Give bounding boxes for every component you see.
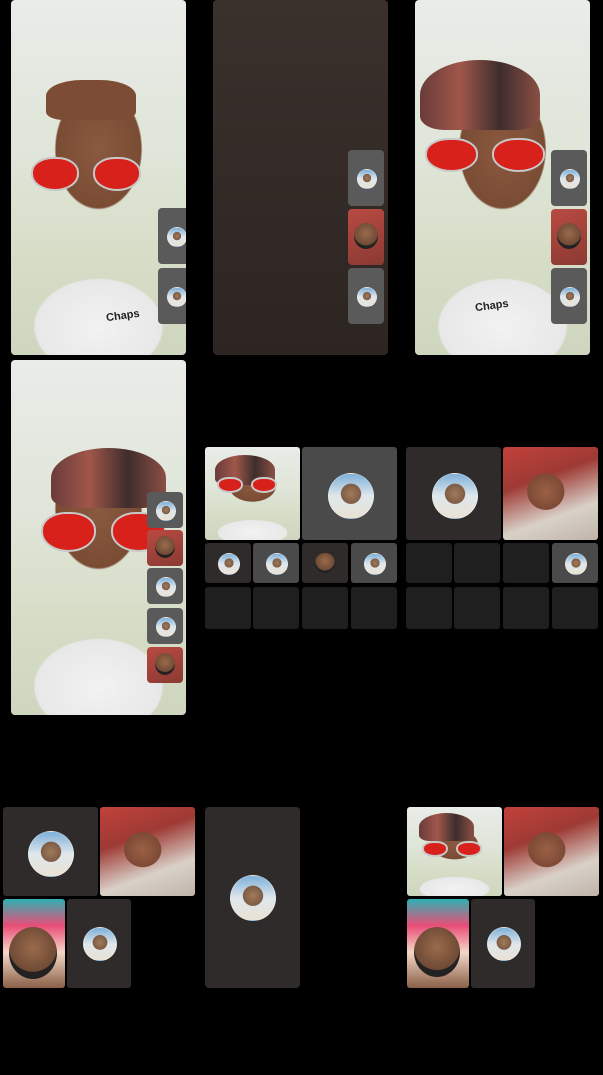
- avatar-icon: [560, 287, 580, 307]
- participant-thumbnail[interactable]: [551, 150, 587, 206]
- participant-tile[interactable]: [3, 807, 98, 896]
- participant-tile[interactable]: [407, 807, 502, 896]
- participant-tile[interactable]: [302, 543, 348, 583]
- avatar-icon: [557, 223, 581, 249]
- sunglasses: [31, 157, 141, 191]
- participant-thumbnail[interactable]: [147, 647, 183, 683]
- participant-thumbnail[interactable]: [147, 568, 183, 604]
- raised-hand: [46, 80, 136, 120]
- participant-thumbnail[interactable]: [348, 150, 384, 206]
- participant-tile[interactable]: [67, 899, 131, 988]
- empty-tile: [406, 587, 452, 629]
- video-call-panel-2[interactable]: [213, 0, 388, 355]
- avatar-icon: [156, 577, 176, 597]
- avatar-icon: [155, 653, 175, 675]
- participant-tile[interactable]: [351, 543, 397, 583]
- avatar-icon: [28, 831, 74, 877]
- avatar-icon: [167, 287, 186, 307]
- video-call-panel-4[interactable]: [11, 360, 186, 715]
- video-call-panel-9: [407, 807, 599, 989]
- participant-thumbnail[interactable]: [147, 492, 183, 528]
- avatar-icon: [357, 287, 377, 307]
- avatar-icon: [167, 227, 186, 247]
- participant-tile[interactable]: [100, 807, 195, 896]
- avatar-icon: [487, 927, 521, 961]
- sunglasses: [422, 841, 482, 857]
- avatar-icon: [354, 223, 378, 249]
- avatar-icon: [357, 169, 377, 189]
- empty-tile: [302, 587, 348, 629]
- participant-tile[interactable]: [471, 899, 535, 988]
- video-call-panel-7: [3, 807, 195, 989]
- avatar-icon: [155, 536, 175, 558]
- participant-thumbnail[interactable]: [158, 268, 186, 324]
- avatar-icon: [230, 875, 276, 921]
- participant-thumbnail[interactable]: [348, 209, 384, 265]
- bandana-hat: [420, 60, 540, 130]
- avatar-icon: [315, 553, 335, 573]
- participant-tile[interactable]: [406, 447, 501, 540]
- avatar-icon: [565, 553, 587, 575]
- participant-thumbnail[interactable]: [147, 530, 183, 566]
- participant-tile[interactable]: [3, 899, 65, 988]
- participant-tile[interactable]: [253, 543, 299, 583]
- avatar-icon: [432, 473, 478, 519]
- shirt-print: Chaps: [105, 307, 141, 325]
- participant-tile[interactable]: [205, 447, 300, 540]
- avatar-icon: [266, 553, 288, 575]
- avatar-icon: [9, 927, 57, 979]
- participant-tile[interactable]: [407, 899, 469, 988]
- participant-tile[interactable]: [205, 543, 251, 583]
- participant-thumbnail[interactable]: [551, 209, 587, 265]
- avatar-icon: [218, 553, 240, 575]
- participant-thumbnail[interactable]: [348, 268, 384, 324]
- video-call-panel-1[interactable]: Chaps: [11, 0, 186, 355]
- participant-thumbnail[interactable]: [158, 208, 186, 264]
- avatar-icon: [560, 169, 580, 189]
- avatar-icon: [156, 617, 176, 637]
- empty-tile: [503, 587, 549, 629]
- sunglasses: [217, 477, 277, 493]
- sunglasses: [425, 138, 545, 172]
- video-call-panel-6: [406, 447, 598, 629]
- shirt-print: Chaps: [474, 297, 510, 315]
- bandana-hat: [419, 813, 474, 841]
- empty-tile: [351, 587, 397, 629]
- video-call-panel-5: [205, 447, 397, 629]
- avatar-icon: [364, 553, 386, 575]
- empty-tile: [205, 587, 251, 629]
- avatar-icon: [328, 473, 374, 519]
- video-call-panel-8[interactable]: [205, 807, 300, 988]
- empty-tile: [503, 543, 549, 583]
- empty-tile: [454, 587, 500, 629]
- participant-thumbnail[interactable]: [551, 268, 587, 324]
- empty-tile: [253, 587, 299, 629]
- avatar-icon: [156, 501, 176, 521]
- participant-tile[interactable]: [503, 447, 598, 540]
- participant-tile[interactable]: [504, 807, 599, 896]
- empty-tile: [406, 543, 452, 583]
- avatar-icon: [414, 927, 460, 977]
- participant-thumbnail[interactable]: [147, 608, 183, 644]
- participant-tile[interactable]: [552, 543, 598, 583]
- video-call-panel-3[interactable]: Chaps: [415, 0, 590, 355]
- participant-tile[interactable]: [302, 447, 397, 540]
- empty-tile: [454, 543, 500, 583]
- empty-tile: [552, 587, 598, 629]
- avatar-icon: [83, 927, 117, 961]
